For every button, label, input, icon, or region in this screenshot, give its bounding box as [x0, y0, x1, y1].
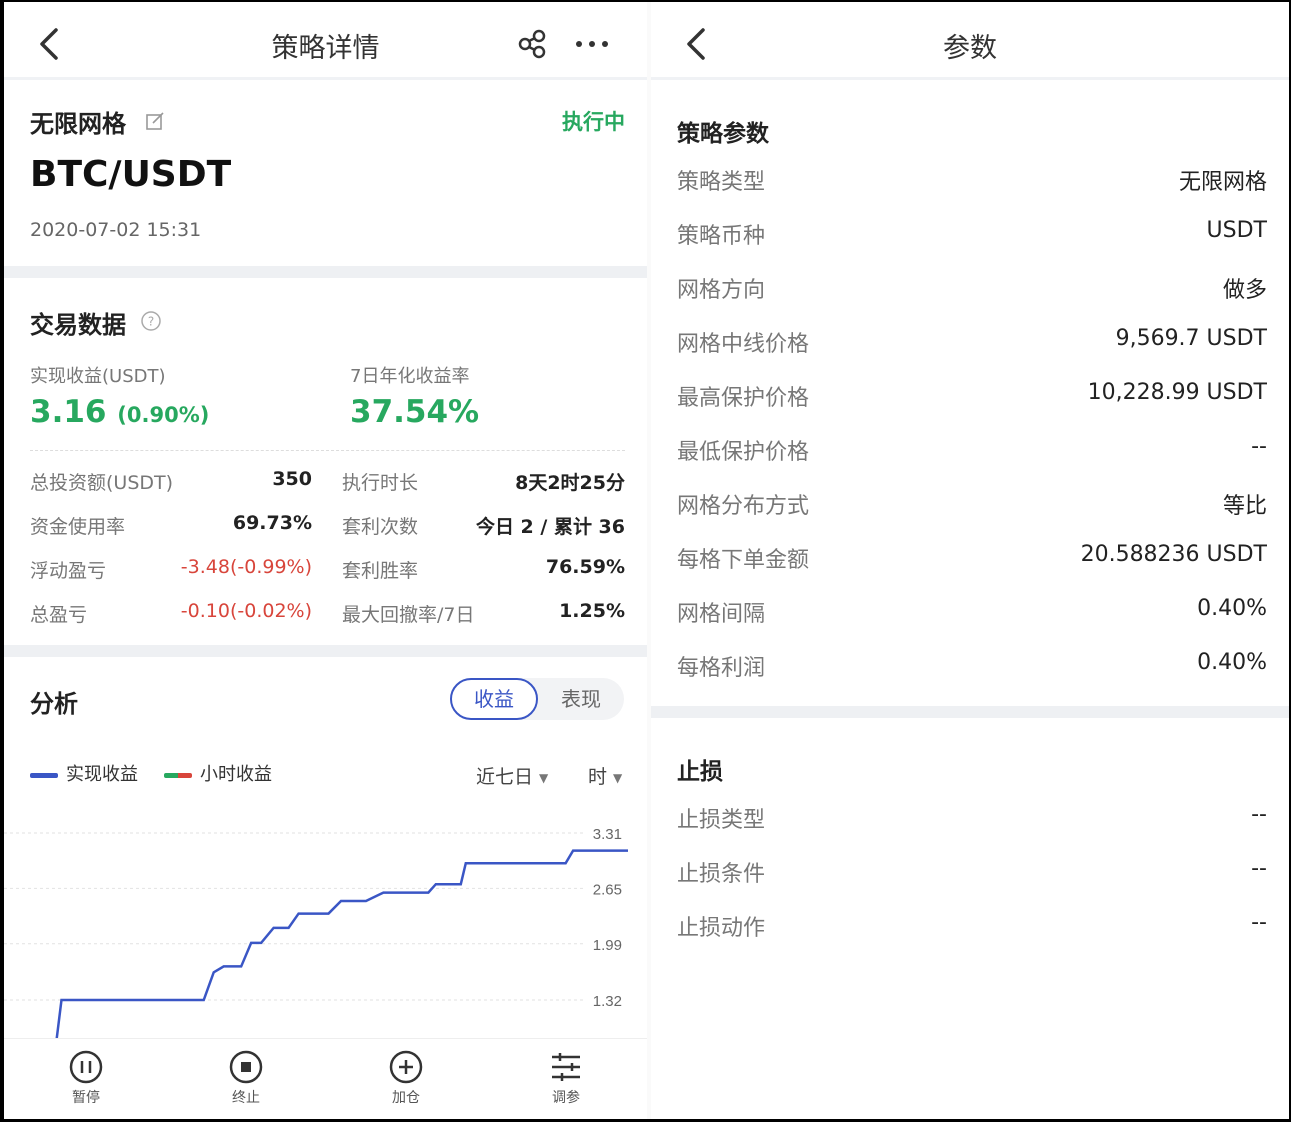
stat-value: 1.25%: [559, 600, 625, 622]
stop-button[interactable]: 终止: [206, 1049, 286, 1107]
strategy-params-title: 策略参数: [677, 121, 769, 147]
stat-label: 执行时长: [342, 472, 419, 494]
pause-label: 暂停: [72, 1090, 100, 1106]
adjust-params-button[interactable]: 调参: [526, 1049, 606, 1107]
created-date: 2020-07-02 15:31: [30, 219, 202, 241]
param-row: 止损条件 --: [677, 856, 1267, 887]
top-nav-bar: 策略详情: [4, 2, 647, 80]
param-row: 网格方向 做多: [677, 278, 1267, 303]
stat-value-negative: -0.10(-0.02%): [180, 600, 312, 622]
series-line-realized: [55, 849, 628, 1042]
divider: [30, 450, 625, 451]
range-dropdown[interactable]: 近七日 ▼: [476, 762, 548, 789]
legend-swatch: [164, 772, 192, 778]
realized-profit-amount: 3.16: [30, 394, 107, 430]
section-divider: [651, 706, 1289, 718]
stat-label: 最大回撤率/7日: [342, 604, 475, 626]
param-row: 止损类型 --: [677, 802, 1267, 833]
param-row: 止损动作 --: [677, 910, 1267, 941]
stop-icon: [229, 1050, 263, 1084]
pause-button[interactable]: 暂停: [46, 1049, 126, 1107]
more-icon[interactable]: [572, 28, 612, 60]
annual-yield-value: 37.54%: [350, 394, 480, 430]
add-icon: [389, 1050, 423, 1084]
stat-label: 套利胜率: [342, 560, 419, 582]
realized-profit-percent: (0.90%): [117, 403, 210, 427]
stat-value: 今日 2 / 累计 36: [475, 516, 625, 538]
section-divider: [4, 266, 647, 278]
toggle-profit[interactable]: 收益: [450, 678, 538, 720]
param-row: 每格利润 0.40%: [677, 650, 1267, 681]
add-position-button[interactable]: 加仓: [366, 1049, 446, 1107]
param-row: 每格下单金额 20.588236 USDT: [677, 542, 1267, 573]
realized-profit-value: 3.16 (0.90%): [30, 394, 209, 430]
status-badge: 执行中: [562, 110, 625, 134]
caret-down-icon: ▼: [613, 770, 623, 785]
stop-label: 终止: [232, 1090, 260, 1106]
stat-value: 8天2时25分: [515, 472, 625, 494]
annual-yield-label: 7日年化收益率: [350, 366, 470, 387]
strategy-name: 无限网格: [30, 110, 126, 138]
toggle-performance[interactable]: 表现: [538, 678, 624, 720]
stat-label: 浮动盈亏: [30, 560, 107, 582]
edit-icon[interactable]: [144, 110, 166, 132]
adjust-params-label: 调参: [552, 1090, 580, 1106]
share-icon[interactable]: [516, 28, 548, 60]
parameters-panel: 参数 策略参数 策略类型 无限网格 策略币种 USDT 网格方向 做多 网格中线价格 9…: [651, 2, 1289, 1119]
unit-dropdown[interactable]: 时 ▼: [588, 762, 622, 789]
param-row: 网格分布方式 等比: [677, 494, 1267, 519]
strategy-detail-panel: 策略详情 无限网格 执行中 BTC/USDT 2020-07-02 15:31 …: [4, 2, 647, 1119]
y-tick-label: 1.32: [593, 993, 622, 1010]
realized-profit-label: 实现收益(USDT): [30, 366, 166, 387]
legend-swatch: [30, 772, 58, 778]
legend-item-realized: 实现收益: [30, 760, 138, 786]
top-nav-bar: 参数: [651, 2, 1289, 80]
legend-item-hourly: 小时收益: [164, 760, 272, 786]
page-title: 策略详情: [271, 33, 380, 64]
stat-value-negative: -3.48(-0.99%): [180, 556, 312, 578]
trade-data-title: 交易数据: [30, 311, 126, 339]
stat-label: 总盈亏: [30, 604, 88, 626]
page-title: 参数: [943, 33, 997, 64]
param-row: 策略币种 USDT: [677, 218, 1267, 249]
help-icon[interactable]: ?: [140, 310, 162, 332]
y-tick-label: 1.99: [593, 937, 622, 954]
adjust-icon: [552, 1053, 580, 1081]
bottom-action-bar: 暂停 终止 加仓 调参: [4, 1038, 647, 1119]
profit-chart: 3.31 2.65 1.99 1.32: [4, 826, 628, 1042]
trading-pair: BTC/USDT: [30, 154, 232, 195]
stat-value: 69.73%: [232, 512, 312, 534]
svg-text:?: ?: [148, 315, 154, 329]
caret-down-icon: ▼: [539, 770, 549, 785]
section-divider: [4, 645, 647, 657]
param-row: 网格中线价格 9,569.7 USDT: [677, 326, 1267, 357]
y-tick-label: 3.31: [593, 826, 622, 843]
param-row: 最高保护价格 10,228.99 USDT: [677, 380, 1267, 411]
stat-label: 套利次数: [342, 516, 419, 538]
stoploss-title: 止损: [677, 759, 723, 785]
pause-icon: [69, 1050, 103, 1084]
stat-label: 资金使用率: [30, 516, 126, 538]
param-row: 最低保护价格 --: [677, 434, 1267, 465]
chart-mode-toggle: 收益 表现: [450, 678, 624, 720]
param-row: 策略类型 无限网格: [677, 170, 1267, 195]
stat-value: 76.59%: [545, 556, 625, 578]
stat-label: 总投资额(USDT): [30, 472, 174, 494]
param-row: 网格间隔 0.40%: [677, 596, 1267, 627]
analysis-title: 分析: [30, 690, 78, 718]
y-tick-label: 2.65: [593, 881, 622, 898]
stat-value: 350: [272, 468, 312, 490]
add-position-label: 加仓: [392, 1090, 420, 1106]
screenshot-frame: 策略详情 无限网格 执行中 BTC/USDT 2020-07-02 15:31 …: [4, 2, 1289, 1119]
